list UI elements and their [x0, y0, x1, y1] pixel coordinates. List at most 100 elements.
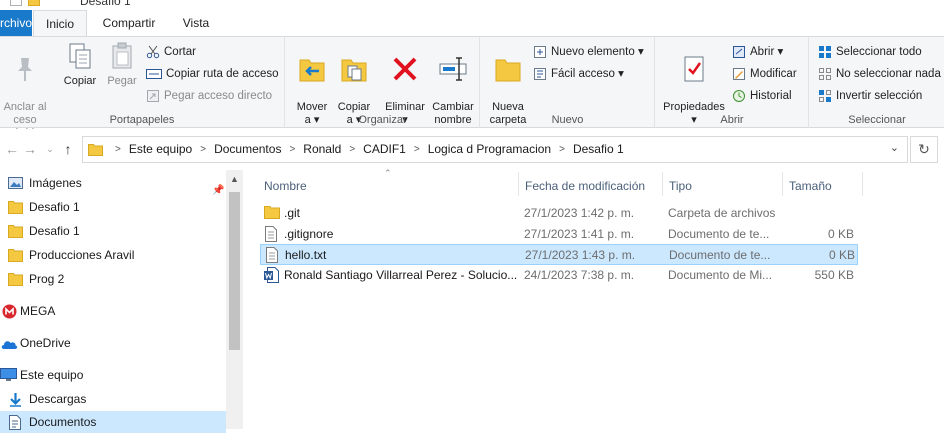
breadcrumb-logica[interactable]: Logica d Programacion [424, 137, 555, 162]
column-divider[interactable] [662, 172, 663, 196]
copy-to-icon [341, 59, 367, 82]
recent-locations-chevron-icon[interactable]: ⌄ [40, 139, 60, 159]
nav-item-imagenes[interactable]: Imágenes 📌 [0, 172, 226, 196]
nav-item-desafio-1-b[interactable]: Desafio 1 [0, 220, 226, 242]
file-type: Documento de Mi... [668, 268, 773, 282]
select-all-button[interactable]: Seleccionar todo [818, 42, 922, 62]
edit-icon [733, 67, 745, 80]
file-date: 27/1/2023 1:43 p. m. [525, 248, 636, 262]
documents-icon [9, 415, 21, 430]
file-date: 24/1/2023 7:38 p. m. [524, 268, 635, 282]
scroll-up-arrow-icon[interactable]: ▲ [226, 174, 243, 184]
folder-icon [8, 273, 23, 286]
table-row[interactable]: .gitignore 27/1/2023 1:41 p. m. Document… [260, 224, 858, 245]
column-divider[interactable] [782, 172, 783, 196]
table-row[interactable]: hello.txt 27/1/2023 1:43 p. m. Documento… [260, 244, 858, 265]
paste-button[interactable]: Pegar [102, 41, 142, 88]
up-arrow-icon[interactable]: ↑ [58, 139, 78, 159]
invert-selection-button[interactable]: Invertir selección [818, 86, 922, 106]
nav-item-onedrive[interactable]: OneDrive [0, 332, 226, 354]
move-to-icon [299, 59, 325, 82]
group-organizar: Mover a ▾ Copiar a ▾ Eliminar ▾ Cambiar … [286, 37, 480, 128]
onedrive-icon [1, 341, 18, 349]
table-row[interactable]: .git 27/1/2023 1:42 p. m. Carpeta de arc… [260, 203, 858, 224]
invert-selection-icon [819, 89, 831, 102]
breadcrumb-desafio-1[interactable]: Desafio 1 [569, 137, 628, 162]
nav-item-prog-2[interactable]: Prog 2 [0, 268, 226, 290]
file-size: 0 KB [827, 227, 854, 241]
properties-icon [684, 56, 704, 82]
back-arrow-icon[interactable]: ← [2, 139, 22, 159]
breadcrumb-cadif1[interactable]: CADIF1 [359, 137, 410, 162]
address-history-chevron-icon[interactable]: ⌄ [890, 141, 899, 154]
column-divider[interactable] [862, 172, 863, 196]
group-abrir: Propiedades ▾ Abrir ▾ Modificar Historia… [656, 37, 809, 128]
cut-button[interactable]: Cortar [146, 42, 196, 62]
group-nuevo: Nueva carpeta Nuevo elemento ▾ Fácil acc… [481, 37, 655, 128]
nav-item-producciones-aravil[interactable]: Producciones Aravil [0, 244, 226, 266]
tab-compartir[interactable]: Compartir [92, 10, 166, 36]
column-header-size[interactable]: Tamaño [789, 173, 832, 199]
paste-shortcut-button[interactable]: Pegar acceso directo [146, 86, 272, 106]
nav-item-este-equipo[interactable]: Este equipo [0, 364, 226, 386]
group-label-organizar: Organizar [358, 114, 407, 126]
file-list: ⌃ Nombre Fecha de modificación Tipo Tama… [244, 168, 944, 429]
column-divider[interactable] [518, 172, 519, 196]
breadcrumb-separator-icon[interactable]: > [285, 137, 299, 162]
breadcrumb-ronald[interactable]: Ronald [299, 137, 345, 162]
group-label-seleccionar: Seleccionar [848, 114, 906, 126]
new-item-button[interactable]: Nuevo elemento ▾ [533, 42, 644, 62]
column-header-type[interactable]: Tipo [669, 173, 692, 199]
paste-shortcut-icon [147, 89, 159, 102]
select-none-button[interactable]: No seleccionar nada [818, 64, 941, 84]
breadcrumb-separator-icon[interactable]: > [410, 137, 424, 162]
copy-path-button[interactable]: Copiar ruta de acceso [146, 64, 279, 84]
paste-icon [112, 42, 132, 69]
file-size: 0 KB [828, 248, 855, 262]
mega-icon [2, 304, 17, 319]
breadcrumb-este-equipo[interactable]: Este equipo [125, 137, 196, 162]
group-label-nuevo: Nuevo [551, 114, 584, 126]
copy-icon [69, 43, 91, 69]
file-size: 550 KB [814, 268, 854, 282]
ribbon: Anclar al ceso rápido Copiar Pegar Corta… [0, 36, 944, 139]
this-pc-icon [0, 368, 17, 381]
scrollbar-thumb[interactable] [229, 192, 240, 350]
open-button[interactable]: Abrir ▾ [732, 42, 783, 62]
folder-icon [8, 201, 23, 214]
column-header-name[interactable]: Nombre [264, 173, 307, 199]
table-row[interactable]: Ronald Santiago Villarreal Perez - Soluc… [260, 265, 858, 286]
group-label-abrir: Abrir [720, 114, 744, 126]
refresh-icon[interactable]: ↻ [910, 136, 938, 163]
navigation-bar: ← → ⌄ ↑ > Este equipo > Documentos > Ron… [0, 129, 944, 169]
title-bar: Desafio 1 [0, 0, 944, 10]
easy-access-icon [534, 67, 546, 80]
tab-vista[interactable]: Vista [170, 10, 222, 36]
file-type: Documento de te... [668, 227, 770, 241]
column-header-date[interactable]: Fecha de modificación [525, 173, 645, 199]
forward-arrow-icon[interactable]: → [20, 139, 40, 159]
easy-access-button[interactable]: Fácil acceso ▾ [533, 64, 624, 84]
text-file-icon [265, 226, 277, 242]
breadcrumb-documentos[interactable]: Documentos [210, 137, 285, 162]
navigation-scrollbar[interactable]: ▲ [226, 170, 243, 429]
ribbon-tabs: rchivo Inicio Compartir Vista [0, 10, 944, 36]
nav-item-mega[interactable]: MEGA [0, 300, 226, 322]
history-button[interactable]: Historial [732, 86, 792, 106]
nav-item-documentos[interactable]: Documentos [0, 411, 226, 433]
quick-access-icon[interactable] [10, 0, 22, 6]
group-portapapeles: Anclar al ceso rápido Copiar Pegar Corta… [0, 37, 285, 139]
tab-inicio[interactable]: Inicio [33, 10, 87, 36]
nav-item-descargas[interactable]: Descargas [0, 388, 226, 410]
breadcrumb-separator-icon[interactable]: > [111, 137, 125, 162]
nav-item-desafio-1[interactable]: Desafio 1 [0, 196, 226, 218]
breadcrumb-separator-icon[interactable]: > [196, 137, 210, 162]
tab-archivo[interactable]: rchivo [0, 10, 32, 36]
window-title: Desafio 1 [80, 0, 131, 8]
edit-button[interactable]: Modificar [732, 64, 797, 84]
folder-icon [8, 225, 23, 238]
breadcrumb-separator-icon[interactable]: > [555, 137, 569, 162]
copy-button[interactable]: Copiar [58, 41, 102, 88]
address-bar[interactable]: > Este equipo > Documentos > Ronald > CA… [82, 136, 908, 163]
breadcrumb-separator-icon[interactable]: > [345, 137, 359, 162]
